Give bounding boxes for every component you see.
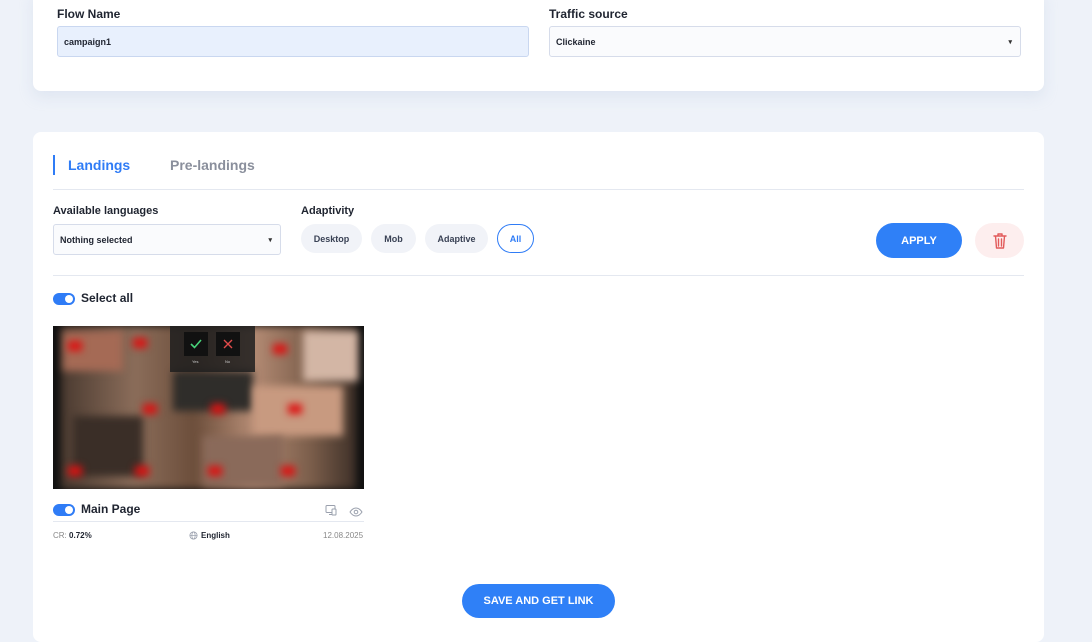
landing-toggle[interactable]	[53, 504, 75, 516]
chevron-down-icon: ▾	[1008, 38, 1012, 46]
divider	[53, 521, 364, 522]
language-stat: English	[189, 531, 230, 540]
flow-name-label: Flow Name	[57, 7, 121, 21]
traffic-source-value: Clickaine	[556, 36, 596, 47]
cr-value: 0.72%	[69, 531, 92, 540]
languages-select[interactable]: Nothing selected ▾	[53, 224, 281, 255]
preview-overlay: Yes No	[170, 326, 255, 372]
divider	[53, 275, 1024, 276]
adaptivity-desktop-chip[interactable]: Desktop	[301, 224, 362, 253]
check-icon	[184, 332, 208, 356]
cr-stat: CR: 0.72%	[53, 531, 92, 540]
adaptivity-adaptive-chip[interactable]: Adaptive	[425, 224, 488, 253]
select-all-label: Select all	[81, 291, 134, 305]
select-all-toggle[interactable]	[53, 293, 75, 305]
tab-landings[interactable]: Landings	[68, 157, 130, 173]
save-and-get-link-button[interactable]: SAVE AND GET LINK	[462, 584, 615, 618]
languages-value: Nothing selected	[60, 234, 133, 245]
flow-name-input[interactable]: campaign1	[57, 26, 529, 57]
available-languages-label: Available languages	[53, 205, 159, 217]
trash-icon	[992, 232, 1007, 249]
tab-active-indicator	[53, 155, 55, 175]
tab-pre-landings[interactable]: Pre-landings	[170, 157, 255, 173]
traffic-source-label: Traffic source	[549, 7, 628, 21]
apply-button[interactable]: APPLY	[876, 223, 962, 258]
landing-date: 12.08.2025	[323, 531, 364, 540]
chevron-down-icon: ▾	[268, 236, 272, 244]
overlay-no-label: No	[225, 359, 231, 364]
landing-preview-image[interactable]: Yes No	[53, 326, 364, 489]
adaptivity-mob-chip[interactable]: Mob	[371, 224, 416, 253]
adaptivity-label: Adaptivity	[301, 205, 355, 217]
adaptivity-all-chip[interactable]: All	[497, 224, 534, 253]
landing-title: Main Page	[81, 502, 141, 516]
close-icon	[216, 332, 240, 356]
eye-icon[interactable]	[349, 504, 363, 522]
language-value: English	[201, 531, 230, 540]
divider	[53, 189, 1024, 190]
overlay-yes-label: Yes	[192, 359, 199, 364]
delete-button[interactable]	[975, 223, 1024, 258]
preview-device-icon[interactable]	[325, 503, 337, 521]
traffic-source-select[interactable]: Clickaine ▾	[549, 26, 1021, 57]
cr-label: CR:	[53, 531, 67, 540]
globe-icon	[189, 531, 198, 540]
